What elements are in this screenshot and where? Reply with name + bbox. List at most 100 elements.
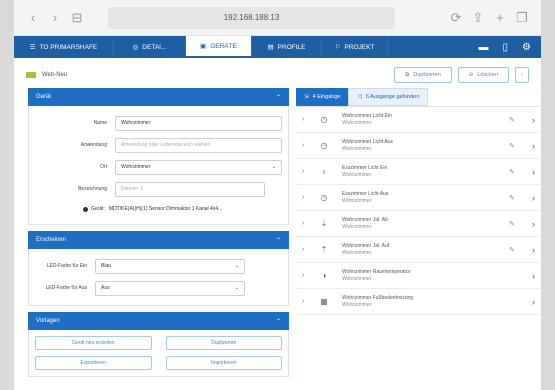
panel-title: Gerät [36,94,52,100]
function-icon: ▦ [320,297,328,306]
tablet-screen: ‹ › ⊟ 192.168.188.13 ⟳ ⇪ + ❐ ☰ TO PRIMAR… [14,0,541,390]
expand-chevron-icon[interactable]: › [302,246,314,253]
bezeichnung-input[interactable]: Dimmer 1 [115,181,265,197]
chevron-right-icon[interactable]: › [523,297,535,307]
ort-select[interactable]: Wohnzimmer ⌄ [115,159,282,175]
led-on-label: LED-Farbe für Ein [46,263,87,269]
bezeichnung-row: Bezeichnung Dimmer 1 [35,178,282,200]
nav-item-geraete[interactable]: ▣ GERÄTE [186,36,252,58]
item-subtitle: Wohnzimmer [342,197,372,204]
reload-icon[interactable]: ⟳ [445,7,467,29]
project-icon: ⚐ [334,44,341,51]
chevron-up-icon: ⌃ [275,237,281,244]
ort-value: Wohnzimmer [121,164,151,170]
anwendung-label: Anwendung [80,142,107,148]
edit-icon[interactable]: ✎ [509,116,523,124]
tabs-icon[interactable]: ❐ [511,7,533,29]
function-icon: ⇣ [320,219,328,228]
panel-erscheinen-header[interactable]: Erscheinen ⌃ [28,231,289,249]
chevron-right-icon[interactable]: › [523,115,535,125]
inputs-icon: ⇲ [304,94,309,100]
led-on-value: Blau [101,263,112,269]
url-field[interactable]: 192.168.188.13 [108,6,395,29]
chevron-down-icon: ⌄ [234,285,239,291]
list-item[interactable]: › ♁ Esszimmer Licht Ein Wohnzimmer ✎ › [296,159,541,185]
nav-item-profile[interactable]: ▤ PROFILE [252,36,322,58]
duplicate-template-button[interactable]: Duplizieren [165,336,282,350]
chevron-right-icon[interactable]: › [523,193,535,203]
import-button[interactable]: Importieren [165,356,282,370]
tab-label: 4 Eingänge [312,94,341,100]
device-value: MDT/KE(A)(H)(1) Sensor Dimmaktor 1 Kanal… [108,206,223,212]
tab-label: 6 Ausgänge gefunden [365,94,420,100]
io-tabs: ⇲ 4 Eingänge ⤨ 6 Ausgänge gefunden [296,88,541,106]
list-item[interactable]: › ▦ Wohnzimmer Fußbodenheizung Wohnzimmer › [296,289,541,315]
list-item[interactable]: › ⇡ Wohnzimmer Jal. Auf Wohnzimmer ✎ › [296,237,541,263]
expand-chevron-icon[interactable]: › [302,272,314,279]
anwendung-input[interactable]: Anwendung oder Lebensbereich wählen [115,137,282,153]
list-item[interactable]: › ◷ Wohnzimmer Licht Ein Wohnzimmer ✎ › [296,107,541,133]
expand-chevron-icon[interactable]: › [302,116,314,123]
menu-icon: ☰ [29,44,36,51]
tab-inputs[interactable]: ⇲ 4 Eingänge [296,88,349,106]
edit-icon[interactable]: ✎ [509,220,523,228]
item-text: Wohnzimmer Licht Ein Wohnzimmer [334,113,509,126]
delete-icon: ⊖ [468,72,474,78]
device-label: Gerät: [91,206,105,212]
nav-item-projekt[interactable]: ⚐ PROJEKT [322,36,388,58]
chevron-right-icon[interactable]: › [523,271,535,281]
bookmarks-icon[interactable]: ⊟ [66,7,88,29]
tab-outputs[interactable]: ⤨ 6 Ausgänge gefunden [348,88,429,106]
expand-chevron-icon[interactable]: › [302,220,314,227]
edit-icon[interactable]: ✎ [509,168,523,176]
name-input[interactable]: Wohnzimmer [115,115,282,131]
edit-icon[interactable]: ✎ [509,194,523,202]
function-icon: ◑ [321,271,327,280]
function-icon: ◷ [320,193,328,202]
chevron-right-icon[interactable]: › [523,245,535,255]
led-on-row: LED-Farbe für Ein Blau ⌄ [35,255,282,277]
panel-geraet: Name Wohnzimmer Anwendung Anwendung oder… [28,106,289,225]
more-button[interactable]: › [515,67,529,83]
name-row: Name Wohnzimmer [35,112,282,134]
expand-chevron-icon[interactable]: › [302,298,314,305]
list-item[interactable]: › ⇣ Wohnzimmer Jal. Ab Wohnzimmer ✎ › [296,211,541,237]
panel-geraet-header[interactable]: Gerät ⌃ [28,88,289,106]
expand-chevron-icon[interactable]: › [302,194,314,201]
edit-icon[interactable]: ✎ [509,142,523,150]
create-device-button[interactable]: Gerät neu erstellen [35,336,152,350]
list-item[interactable]: › ◑ Wohnzimmer Raumtemperatur Wohnzimmer › [296,263,541,289]
nav-item-start[interactable]: ☰ TO PRIMARSHAFE [14,36,114,58]
delete-button[interactable]: ⊖ Löschen [457,67,510,83]
settings-icon[interactable]: ⚙ [522,42,531,53]
window-icon[interactable]: ▯ [503,42,509,53]
nav-item-details[interactable]: ◎ DETAI... [114,36,186,58]
minimize-icon[interactable]: ▬ [479,42,489,53]
nav-label: PROJEKT [344,43,375,51]
item-text: Wohnzimmer Raumtemperatur Wohnzimmer [334,269,509,282]
device-actions: ⧉ Duplizieren ⊖ Löschen › [394,67,529,83]
share-icon[interactable]: ⇪ [467,7,489,29]
item-text: Wohnzimmer Licht Aus Wohnzimmer [334,139,509,152]
panel-vorlagen: Gerät neu erstellen Duplizieren Exportie… [28,330,289,377]
list-item[interactable]: › ◷ Wohnzimmer Licht Aus Wohnzimmer ✎ › [296,133,541,159]
function-icon: ♁ [321,167,327,176]
back-button[interactable]: ‹ [22,7,44,29]
led-on-select[interactable]: Blau ⌄ [95,258,245,274]
expand-chevron-icon[interactable]: › [302,168,314,175]
panel-vorlagen-header[interactable]: Vorlagen ⌃ [28,312,289,330]
chevron-right-icon[interactable]: › [523,167,535,177]
list-item[interactable]: › ◷ Esszimmer Licht Aus Wohnzimmer ✎ › [296,185,541,211]
chevron-right-icon[interactable]: › [523,141,535,151]
device-info-row: Gerät: MDT/KE(A)(H)(1) Sensor Dimmaktor … [35,200,282,218]
chevron-right-icon[interactable]: › [523,219,535,229]
io-list: › ◷ Wohnzimmer Licht Ein Wohnzimmer ✎ › › ◷ Wohn… [296,106,541,315]
panel-erscheinen: LED-Farbe für Ein Blau ⌄ LED-Farbe für A… [28,249,289,306]
forward-button[interactable]: › [44,7,66,29]
led-off-select[interactable]: Aus ⌄ [95,280,245,296]
export-button[interactable]: Exportieren [35,356,152,370]
new-tab-button[interactable]: + [489,7,511,29]
duplicate-button[interactable]: ⧉ Duplizieren [394,67,452,83]
expand-chevron-icon[interactable]: › [302,142,314,149]
edit-icon[interactable]: ✎ [509,246,523,254]
